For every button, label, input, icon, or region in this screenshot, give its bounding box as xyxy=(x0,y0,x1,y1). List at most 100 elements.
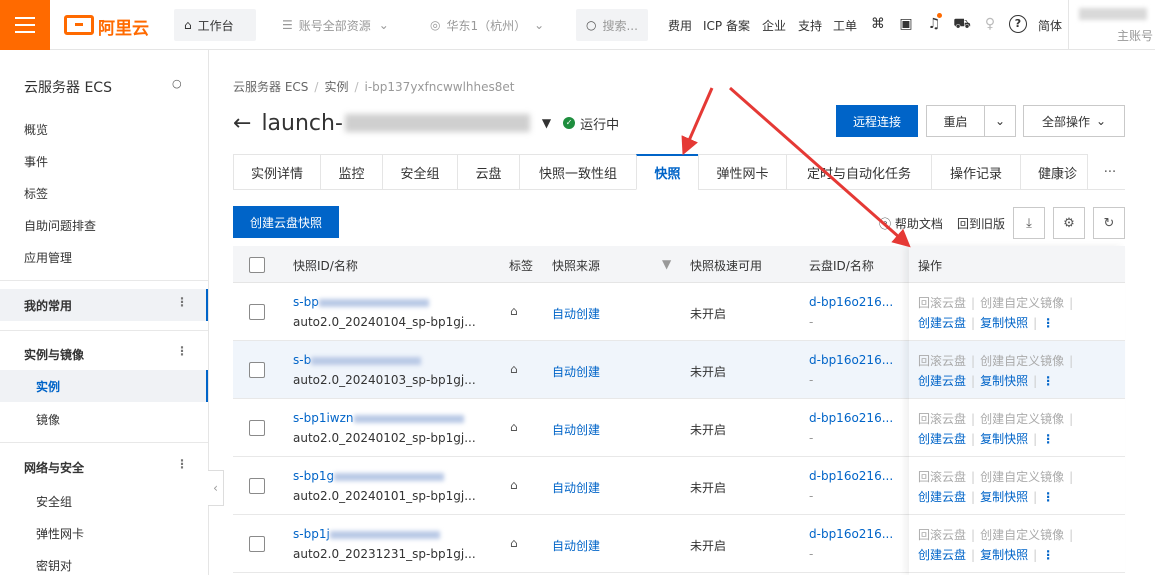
copy-snapshot-action[interactable]: 复制快照 xyxy=(980,374,1028,388)
snapshot-id-link[interactable]: s-b xyxy=(293,353,422,367)
nav-icp[interactable]: ICP 备案 xyxy=(703,17,750,34)
breadcrumb-instances[interactable]: 实例 xyxy=(324,80,348,94)
terminal-icon[interactable]: ▣ xyxy=(897,15,915,33)
sidebar-group-favorites[interactable]: 我的常用 ⋮ xyxy=(0,289,208,321)
tag-icon[interactable]: ⌂ xyxy=(510,362,518,376)
snapshot-id-link[interactable]: s-bp1j xyxy=(293,527,440,541)
refresh-icon[interactable]: ↻ xyxy=(1093,207,1125,239)
sidebar-item-images[interactable]: 镜像 xyxy=(36,411,60,428)
tab-operation-log[interactable]: 操作记录 xyxy=(931,154,1020,190)
search-icon[interactable]: ○ xyxy=(172,77,182,90)
more-icon[interactable]: ⋮ xyxy=(176,295,188,309)
more-actions-icon[interactable]: ⋮ xyxy=(1042,316,1054,330)
disk-id-link[interactable]: d-bp16o216... xyxy=(809,295,893,309)
source-link[interactable]: 自动创建 xyxy=(552,363,600,380)
sidebar-item-overview[interactable]: 概览 xyxy=(24,121,48,138)
sidebar-group-network[interactable]: 网络与安全 ⋮ xyxy=(0,451,208,483)
rollback-disk-action[interactable]: 回滚云盘 xyxy=(918,528,966,542)
create-disk-action[interactable]: 创建云盘 xyxy=(918,374,966,388)
create-disk-action[interactable]: 创建云盘 xyxy=(918,548,966,562)
create-disk-action[interactable]: 创建云盘 xyxy=(918,490,966,504)
more-actions-icon[interactable]: ⋮ xyxy=(1042,432,1054,446)
resources-dropdown[interactable]: ☰ 账号全部资源 ⌄ xyxy=(282,9,389,41)
row-checkbox[interactable] xyxy=(249,362,265,378)
copy-snapshot-action[interactable]: 复制快照 xyxy=(980,316,1028,330)
source-link[interactable]: 自动创建 xyxy=(552,305,600,322)
create-image-action[interactable]: 创建自定义镜像 xyxy=(980,412,1064,426)
help-icon[interactable]: ? xyxy=(1009,15,1027,33)
more-actions-icon[interactable]: ⋮ xyxy=(1042,374,1054,388)
snapshot-id-link[interactable]: s-bp1iwzn xyxy=(293,411,464,425)
sidebar-item-events[interactable]: 事件 xyxy=(24,153,48,170)
tab-security-groups[interactable]: 安全组 xyxy=(382,154,457,190)
tab-eni[interactable]: 弹性网卡 xyxy=(698,154,786,190)
disk-id-link[interactable]: d-bp16o216... xyxy=(809,353,893,367)
row-checkbox[interactable] xyxy=(249,478,265,494)
create-snapshot-button[interactable]: 创建云盘快照 xyxy=(233,206,339,238)
sidebar-group-instances[interactable]: 实例与镜像 ⋮ xyxy=(0,338,208,370)
restart-dropdown[interactable]: ⌄ xyxy=(984,105,1016,137)
workbench-button[interactable]: ⌂ 工作台 xyxy=(174,9,256,41)
menu-icon[interactable] xyxy=(0,0,50,50)
row-checkbox[interactable] xyxy=(249,536,265,552)
create-image-action[interactable]: 创建自定义镜像 xyxy=(980,528,1064,542)
copy-snapshot-action[interactable]: 复制快照 xyxy=(980,548,1028,562)
tabs-more-icon[interactable]: ··· xyxy=(1095,154,1125,190)
tab-snapshot-groups[interactable]: 快照一致性组 xyxy=(519,154,636,190)
copy-snapshot-action[interactable]: 复制快照 xyxy=(980,490,1028,504)
tab-snapshots[interactable]: 快照 xyxy=(636,154,698,190)
cart-icon[interactable]: ⛟ xyxy=(953,15,971,33)
tab-health[interactable]: 健康诊 xyxy=(1020,154,1088,190)
row-checkbox[interactable] xyxy=(249,304,265,320)
gear-icon[interactable]: ⚙ xyxy=(1053,207,1085,239)
tag-icon[interactable]: ⌂ xyxy=(510,478,518,492)
snapshot-id-link[interactable]: s-bp xyxy=(293,295,429,309)
nav-enterprise[interactable]: 企业 xyxy=(762,17,786,34)
filter-icon[interactable]: ▼ xyxy=(662,257,671,271)
snapshot-id-link[interactable]: s-bp1g xyxy=(293,469,445,483)
rollback-disk-action[interactable]: 回滚云盘 xyxy=(918,412,966,426)
create-disk-action[interactable]: 创建云盘 xyxy=(918,316,966,330)
create-image-action[interactable]: 创建自定义镜像 xyxy=(980,354,1064,368)
all-operations-dropdown[interactable]: 全部操作 ⌄ xyxy=(1023,105,1125,137)
rollback-disk-action[interactable]: 回滚云盘 xyxy=(918,354,966,368)
row-checkbox[interactable] xyxy=(249,420,265,436)
breadcrumb-ecs[interactable]: 云服务器 ECS xyxy=(233,80,308,94)
select-all-checkbox[interactable] xyxy=(249,257,265,273)
source-link[interactable]: 自动创建 xyxy=(552,479,600,496)
sidebar-item-app-management[interactable]: 应用管理 xyxy=(24,249,72,266)
tab-details[interactable]: 实例详情 xyxy=(233,154,320,190)
disk-id-link[interactable]: d-bp16o216... xyxy=(809,411,893,425)
old-version-link[interactable]: 回到旧版 xyxy=(957,215,1005,232)
sidebar-item-tags[interactable]: 标签 xyxy=(24,185,48,202)
lightbulb-icon[interactable]: ♀ xyxy=(981,15,999,33)
help-docs-link[interactable]: ⓔ 帮助文档 xyxy=(879,215,943,232)
create-image-action[interactable]: 创建自定义镜像 xyxy=(980,470,1064,484)
tag-icon[interactable]: ⌂ xyxy=(510,304,518,318)
nav-billing[interactable]: 费用 xyxy=(668,17,692,34)
nav-support[interactable]: 支持 xyxy=(798,17,822,34)
download-icon[interactable]: ⤓ xyxy=(1013,207,1045,239)
more-actions-icon[interactable]: ⋮ xyxy=(1042,548,1054,562)
create-image-action[interactable]: 创建自定义镜像 xyxy=(980,296,1064,310)
source-link[interactable]: 自动创建 xyxy=(552,537,600,554)
nav-ticket[interactable]: 工单 xyxy=(833,17,857,34)
sidebar-item-eni[interactable]: 弹性网卡 xyxy=(36,525,84,542)
more-icon[interactable]: ⋮ xyxy=(176,457,188,471)
tag-icon[interactable]: ⌂ xyxy=(510,536,518,550)
tab-monitoring[interactable]: 监控 xyxy=(320,154,382,190)
back-arrow-icon[interactable]: ← xyxy=(233,111,251,136)
remote-connect-button[interactable]: 远程连接 xyxy=(836,105,918,137)
tab-disks[interactable]: 云盘 xyxy=(457,154,519,190)
sidebar-item-troubleshoot[interactable]: 自助问题排查 xyxy=(24,217,96,234)
source-link[interactable]: 自动创建 xyxy=(552,421,600,438)
disk-id-link[interactable]: d-bp16o216... xyxy=(809,527,893,541)
search-box[interactable]: ○ 搜索... xyxy=(576,9,648,41)
tag-icon[interactable]: ⌂ xyxy=(510,420,518,434)
caret-down-icon[interactable]: ▼ xyxy=(542,116,551,130)
create-disk-action[interactable]: 创建云盘 xyxy=(918,432,966,446)
language-switch[interactable]: 简体 xyxy=(1038,17,1062,34)
rollback-disk-action[interactable]: 回滚云盘 xyxy=(918,470,966,484)
sidebar-item-keypairs[interactable]: 密钥对 xyxy=(36,557,72,574)
restart-button[interactable]: 重启 xyxy=(926,105,984,137)
